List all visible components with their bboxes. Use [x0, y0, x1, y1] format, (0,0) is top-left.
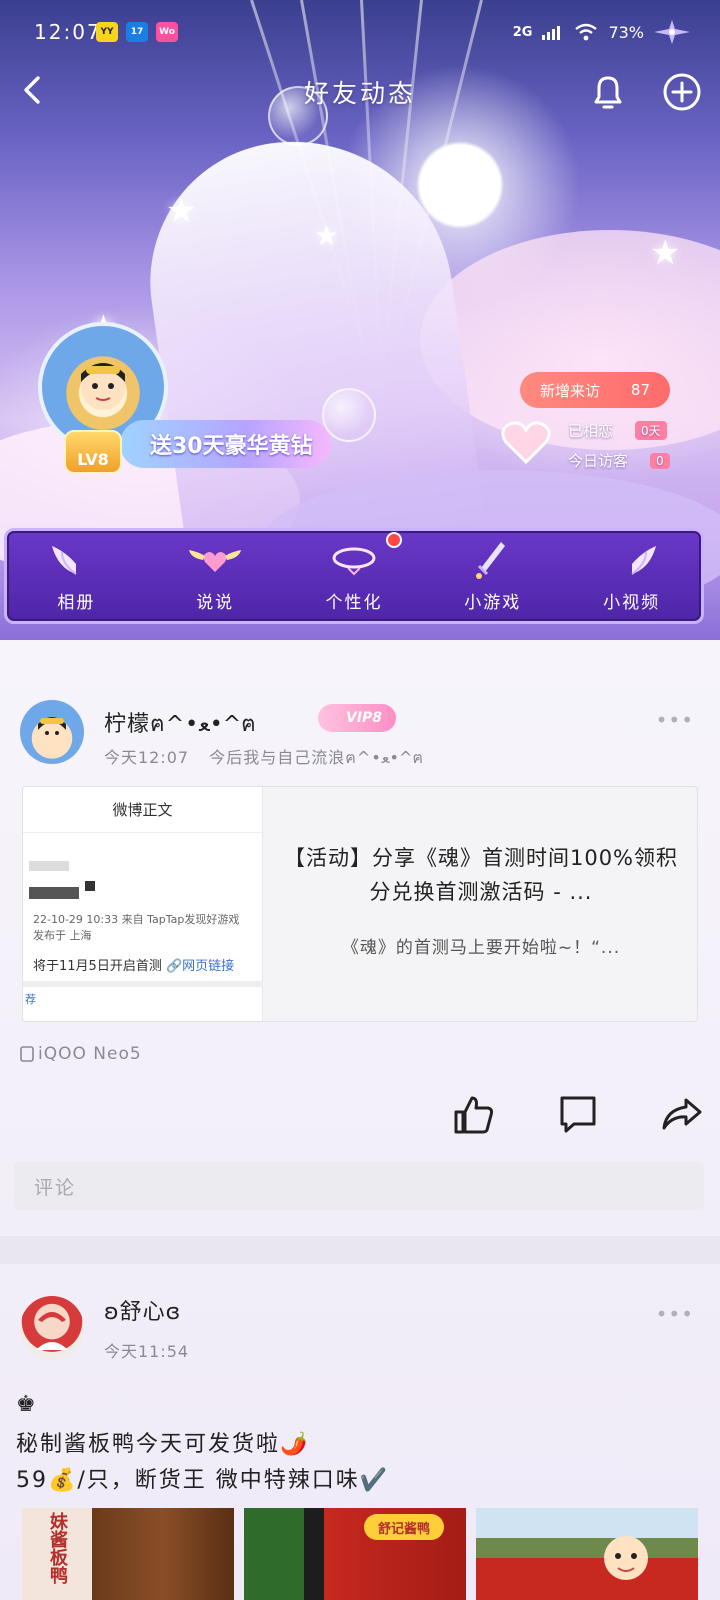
post-time: 今天11:54	[104, 1342, 190, 1361]
promo-banner[interactable]: 送30天豪华黄钻	[120, 420, 331, 468]
days-badge: 0天	[635, 421, 667, 440]
app-17-icon: 17	[126, 22, 148, 42]
today-visitors-badge: 0	[650, 452, 670, 469]
feature-label: 相册	[57, 593, 96, 613]
star-icon: ★	[166, 191, 197, 231]
star-icon: ★	[314, 219, 340, 252]
bubble-shape	[322, 388, 376, 442]
feature-bar: 相册 说说 个性化 小游戏 小视频	[4, 528, 704, 624]
status-time: 12:07	[34, 20, 102, 44]
status-bar: 12:07 YY 17 Wo 2G 73%	[0, 0, 720, 64]
heart-icon[interactable]	[500, 418, 552, 466]
comment-input[interactable]: 评论	[14, 1162, 704, 1210]
notification-dot	[386, 532, 402, 548]
new-visitors-count: 87	[630, 381, 650, 399]
cartoon-boy-icon	[81, 363, 125, 410]
feature-label: 小游戏	[464, 593, 522, 613]
thumb-tail: 荐	[25, 993, 36, 1006]
post-author-name[interactable]: ʚ舒心ɞ	[104, 1294, 181, 1326]
feature-short-video[interactable]: 小视频	[572, 538, 692, 613]
feature-moments[interactable]: 说说	[155, 538, 275, 613]
thumb-header: 微博正文	[23, 787, 262, 833]
live-app-icon: Wo	[156, 22, 178, 42]
thumb-location: 发布于 上海	[33, 929, 92, 942]
share-icon[interactable]	[660, 1092, 704, 1136]
device-name: iQOO Neo5	[38, 1044, 142, 1064]
angel-wings-icon	[52, 546, 77, 575]
share-title: 【活动】分享《魂》首测时间100%领积分兑换首测激活码 - ...	[283, 846, 679, 904]
sword-icon	[475, 542, 505, 579]
new-visitors-pill[interactable]: 新增来访 87	[520, 372, 670, 408]
bell-icon[interactable]	[586, 70, 630, 114]
share-description: 《魂》的首测马上要开始啦~！“...	[341, 938, 621, 958]
share-thumbnail: 微博正文 22-10-29 10:33 来自 TapTap发现好游戏 发布于 上…	[23, 787, 263, 1021]
days-label: 已相恋	[568, 422, 614, 440]
person-photo-icon	[36, 1312, 68, 1350]
photo-caption: 舒记酱鸭	[364, 1514, 444, 1540]
post-text-line: 秘制酱板鸭今天可发货啦🌶️	[16, 1432, 310, 1457]
phone-icon	[20, 1046, 34, 1062]
shared-link-card[interactable]: 微博正文 22-10-29 10:33 来自 TapTap发现好游戏 发布于 上…	[22, 786, 698, 1022]
feature-personalize[interactable]: 个性化	[294, 538, 414, 613]
device-info: iQOO Neo5	[20, 1044, 142, 1064]
status-indicators: 2G 73%	[513, 20, 690, 44]
thumb-link-label: 网页链接	[182, 959, 235, 974]
like-icon[interactable]	[452, 1092, 496, 1136]
days-together-row: 已相恋 0天	[568, 420, 667, 441]
blurred-block	[29, 887, 79, 899]
post-text-line: 59💰/只，断货王 微中特辣口味✔️	[16, 1468, 390, 1493]
more-options-icon[interactable]: •••	[656, 708, 694, 732]
photo-caption: 妹酱板鸭	[47, 1512, 68, 1584]
add-icon[interactable]	[660, 70, 704, 114]
more-options-icon[interactable]: •••	[656, 1302, 694, 1326]
battery-level: 73%	[608, 22, 644, 42]
post-author-name[interactable]: 柠檬ฅ^•ﻌ•^ฅ	[104, 706, 257, 741]
wifi-icon	[575, 23, 598, 41]
feather-wings-icon	[630, 546, 656, 575]
thumb-text-main: 将于11月5日开启首测	[33, 959, 162, 974]
signal-icon	[542, 26, 561, 40]
new-visitors-label: 新增来访	[540, 381, 601, 400]
thumb-text: 将于11月5日开启首测 🔗网页链接	[33, 955, 234, 974]
thumb-link: 🔗网页链接	[165, 959, 235, 974]
sparkle-badge-icon	[654, 20, 690, 44]
status-app-icons: YY 17 Wo	[96, 22, 178, 42]
level-badge: LV8	[64, 430, 122, 474]
post-meta: 今天12:07 今后我与自己流浪ฅ^•ﻌ•^ฅ	[104, 744, 424, 771]
post-status: 今后我与自己流浪ฅ^•ﻌ•^ฅ	[209, 748, 425, 767]
yy-app-icon: YY	[96, 22, 118, 42]
halo-ring-icon	[332, 547, 376, 576]
thumb-divider	[23, 981, 263, 987]
post-time: 今天12:07	[104, 748, 190, 767]
network-type: 2G	[512, 24, 533, 40]
post-photo[interactable]	[476, 1508, 698, 1600]
post-text-line: ♚	[16, 1392, 38, 1417]
post-photo[interactable]: 舒记酱鸭	[244, 1508, 466, 1600]
post-avatar[interactable]	[20, 700, 84, 764]
comment-icon[interactable]	[556, 1092, 600, 1136]
feature-album[interactable]: 相册	[16, 538, 136, 613]
feature-label: 小视频	[603, 593, 661, 613]
today-visitors-row: 今日访客 0	[568, 450, 670, 471]
cartoon-boy-icon	[38, 717, 66, 748]
star-icon: ★	[650, 233, 681, 273]
thumb-meta: 22-10-29 10:33 来自 TapTap发现好游戏	[33, 913, 240, 926]
today-visitors-label: 今日访客	[568, 452, 629, 470]
feature-label: 说说	[196, 593, 235, 613]
post-divider	[0, 1236, 720, 1264]
blurred-block	[85, 881, 95, 891]
feature-minigame[interactable]: 小游戏	[433, 538, 553, 613]
mascot-icon	[604, 1536, 648, 1580]
post-photo[interactable]: 妹酱板鸭	[22, 1508, 234, 1600]
blurred-block	[29, 861, 69, 871]
vip-badge: VIP8	[318, 704, 397, 732]
heart-wings-icon	[189, 550, 242, 572]
post-avatar[interactable]	[20, 1296, 84, 1360]
feature-label: 个性化	[325, 593, 383, 613]
